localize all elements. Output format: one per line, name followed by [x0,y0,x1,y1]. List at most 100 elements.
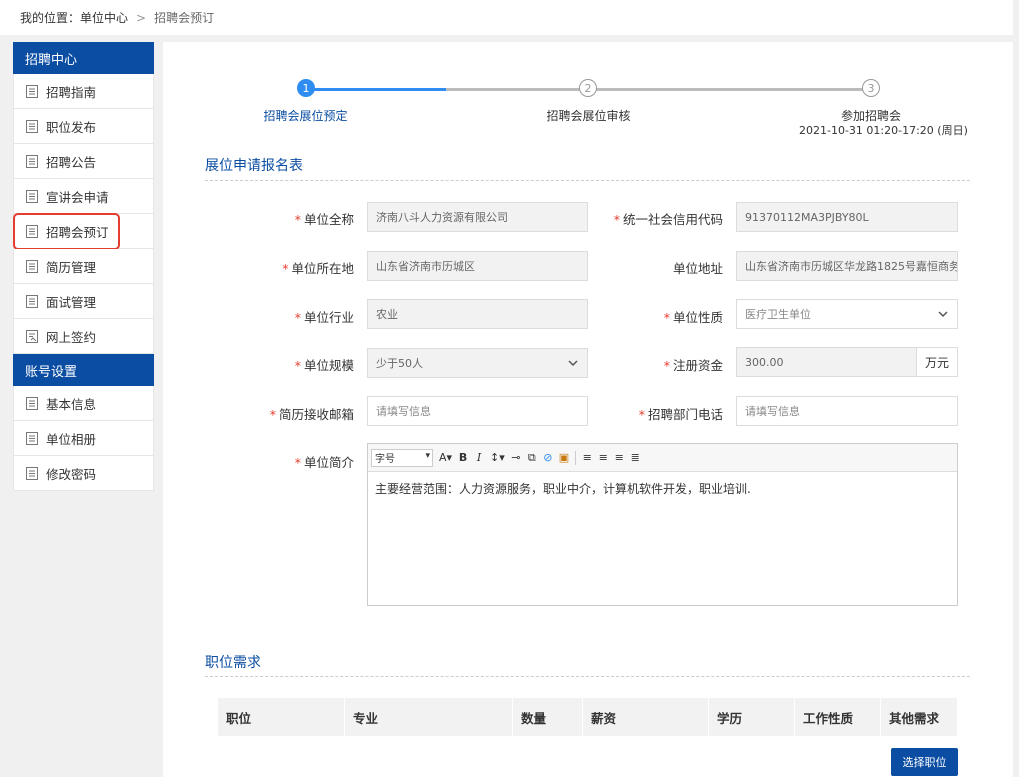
sidebar-item-label: 基本信息 [46,396,97,412]
line-height-icon[interactable]: ↕▾ [490,451,505,464]
sidebar: 招聘中心 招聘指南 职位发布 招聘公告 宣讲会申请 招聘会预订 简历管理 面试管… [13,42,154,491]
positions-section-title: 职位需求 [205,655,261,671]
font-color-icon[interactable]: A▾ [439,451,452,464]
scale-select-value: 少于50人 [376,357,423,370]
table-header-row: 职位 专业 数量 薪资 学历 工作性质 其他需求 [218,698,958,736]
sidebar-item-label: 网上签约 [46,329,97,345]
sidebar-item-label: 招聘公告 [46,154,97,170]
align-right-icon[interactable]: ≡ [614,451,624,464]
section-divider [205,676,970,677]
sidebar-group-account-settings: 账号设置 [13,354,154,386]
sidebar-item-basic-info[interactable]: 基本信息 [13,386,154,421]
location-label: * 单位所在地 [282,261,354,276]
main-panel: 1 2 3 招聘会展位预定 招聘会展位审核 参加招聘会 2021-10-31 0… [163,42,1013,777]
capital-field[interactable]: 300.00 [736,347,917,377]
document-icon [26,294,38,308]
credit-code-field[interactable]: 91370112MA3PJBY80L [736,202,958,232]
italic-icon[interactable]: I [474,451,484,464]
sidebar-item-job-fair-booking[interactable]: 招聘会预订 [13,213,154,250]
sidebar-item-change-password[interactable]: 修改密码 [13,456,154,491]
document-icon [26,466,38,480]
align-left-icon[interactable]: ≡ [582,451,592,464]
column-header-education: 学历 [708,698,795,736]
industry-label: * 单位行业 [294,310,354,325]
sidebar-item-interview-manage[interactable]: 面试管理 [13,284,154,319]
link-icon[interactable]: ⊸ [511,451,521,464]
sidebar-item-label: 修改密码 [46,466,97,482]
image-icon[interactable]: ▣ [559,451,569,464]
resume-email-label: * 简历接收邮箱 [269,407,354,422]
unit-name-field[interactable]: 济南八斗人力资源有限公司 [367,202,588,232]
column-header-job-type: 工作性质 [794,698,881,736]
column-header-other: 其他需求 [880,698,958,736]
form-section-title: 展位申请报名表 [205,158,303,174]
sidebar-item-label: 招聘指南 [46,84,97,100]
chevron-down-icon [938,311,948,318]
dept-phone-input[interactable]: 请填写信息 [736,396,958,426]
sidebar-item-label: 简历管理 [46,259,97,275]
credit-code-label: * 统一社会信用代码 [613,212,723,227]
document-icon [26,396,38,410]
breadcrumb-item-current: 招聘会预订 [154,11,215,25]
sidebar-item-seminar-apply[interactable]: 宣讲会申请 [13,179,154,214]
document-icon [26,224,38,238]
step-3-date: 2021-10-31 01:20-17:20 (周日) [799,124,968,137]
sidebar-item-recruit-notice[interactable]: 招聘公告 [13,144,154,179]
document-icon [26,84,38,98]
sidebar-item-label: 单位相册 [46,431,97,447]
unit-name-label: * 单位全称 [294,212,354,227]
breadcrumb-item-unit-center[interactable]: 单位中心 [80,9,128,26]
column-header-salary: 薪资 [582,698,709,736]
scale-select[interactable]: 少于50人 [367,348,588,378]
step-line-completed [306,88,446,91]
sidebar-item-label: 招聘会预订 [46,224,109,240]
scale-label: * 单位规模 [294,358,354,373]
column-header-major: 专业 [344,698,513,736]
align-center-icon[interactable]: ≡ [598,451,608,464]
document-icon [26,189,38,203]
sidebar-item-online-contract[interactable]: 网上签约 [13,319,154,354]
capital-label: * 注册资金 [663,358,723,373]
capital-unit: 万元 [916,347,958,377]
address-field[interactable]: 山东省济南市历城区华龙路1825号嘉恒商务... [736,251,958,281]
chevron-down-icon [568,360,578,367]
sidebar-item-recruit-guide[interactable]: 招聘指南 [13,74,154,109]
nature-label: * 单位性质 [663,310,723,325]
sidebar-item-resume-manage[interactable]: 简历管理 [13,249,154,284]
document-icon [26,119,38,133]
step-2-label: 招聘会展位审核 [546,109,631,123]
sidebar-item-unit-album[interactable]: 单位相册 [13,421,154,456]
progress-steps: 1 2 3 招聘会展位预定 招聘会展位审核 参加招聘会 2021-10-31 0… [163,42,1013,142]
toolbar-divider [575,450,577,465]
industry-field[interactable]: 农业 [367,299,588,329]
sidebar-item-job-post[interactable]: 职位发布 [13,109,154,144]
step-3-circle: 3 [862,79,880,97]
location-field[interactable]: 山东省济南市历城区 [367,251,588,281]
sidebar-item-label: 宣讲会申请 [46,189,109,205]
step-line-pending [446,88,866,91]
font-size-select[interactable]: 字号 [371,448,433,467]
attachment-icon[interactable]: ⊘ [543,451,553,464]
document-icon [26,259,38,273]
resume-email-input[interactable]: 请填写信息 [367,396,588,426]
section-divider [205,180,970,181]
bold-icon[interactable]: B [458,451,468,464]
editor-toolbar: 字号 A▾ B I ↕▾ ⊸ ⧉ ⊘ ▣ ≡ ≡ ≡ ≣ [368,444,957,472]
dept-phone-label: * 招聘部门电话 [638,407,723,422]
positions-table: 职位 专业 数量 薪资 学历 工作性质 其他需求 [218,698,958,736]
column-header-position: 职位 [218,698,345,736]
sidebar-item-label: 职位发布 [46,119,97,135]
nature-select[interactable]: 医疗卫生单位 [736,299,958,329]
nature-select-value: 医疗卫生单位 [745,308,811,321]
column-header-quantity: 数量 [512,698,583,736]
select-position-button[interactable]: 选择职位 [891,748,958,776]
unlink-icon[interactable]: ⧉ [527,451,537,465]
sidebar-group-recruit-center: 招聘中心 [13,42,154,74]
intro-editor[interactable]: 字号 A▾ B I ↕▾ ⊸ ⧉ ⊘ ▣ ≡ ≡ ≡ ≣ 主要经营范围：人力资源… [367,443,958,606]
align-justify-icon[interactable]: ≣ [630,451,640,464]
document-icon [26,154,38,168]
breadcrumb-prefix: 我的位置： [20,11,81,25]
contract-icon [26,329,38,343]
editor-content[interactable]: 主要经营范围：人力资源服务，职业中介，计算机软件开发，职业培训. [368,472,957,505]
breadcrumb: 我的位置： 单位中心 > 招聘会预订 [0,0,1013,35]
